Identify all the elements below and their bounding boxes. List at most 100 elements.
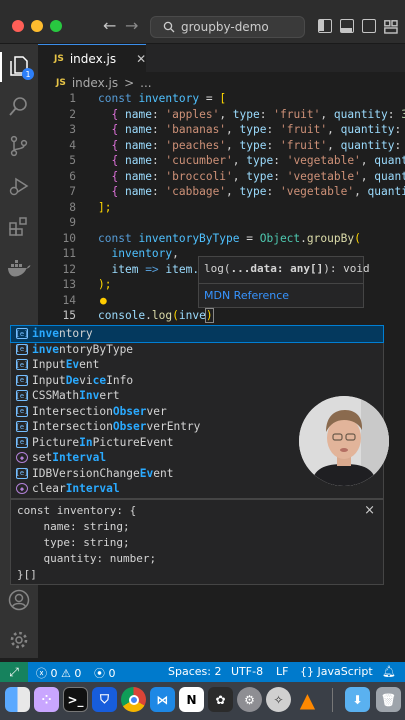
line-number: 3 [69, 123, 76, 136]
details-line: name: string; [17, 520, 130, 533]
line-number: 2 [69, 107, 76, 121]
variable-icon: [e] [15, 328, 29, 340]
remote-indicator-icon[interactable]: ⤢ [0, 662, 28, 682]
ports-indicator[interactable]: ⦿ 0 [94, 665, 116, 681]
settings-gear-icon[interactable] [7, 628, 31, 652]
signature-text: log(...data: any[]): void [204, 262, 370, 275]
settings-icon[interactable]: ⚙ [237, 687, 262, 712]
suggestion-item[interactable]: [e] Input De vi ce Info [11, 373, 383, 389]
close-icon[interactable]: × [364, 503, 375, 518]
title-bar: ← → groupby-demo [0, 0, 405, 44]
divider [199, 283, 363, 284]
bitwarden-icon[interactable]: ⛉ [92, 687, 117, 712]
problems-indicator[interactable]: ⓧ 0 ⚠ 0 [36, 665, 81, 681]
variable-icon: [e] [15, 467, 29, 479]
line-number: 1 [69, 92, 76, 105]
line-number: 4 [69, 138, 76, 152]
language-mode[interactable]: {} JavaScript [300, 665, 373, 678]
details-line: quantity: number; [17, 552, 157, 565]
chrome-icon[interactable] [121, 687, 146, 712]
javascript-file-icon: JS [54, 53, 64, 64]
search-icon [163, 21, 175, 33]
method-icon: ◆ [16, 452, 28, 464]
vlc-icon[interactable]: ▲ [295, 687, 320, 712]
tab-index-js[interactable]: JS index.js ✕ [38, 44, 146, 72]
finder-icon[interactable] [5, 687, 30, 712]
line-number: 14 [62, 293, 76, 307]
breadcrumb: JS index.js > ... [56, 74, 152, 92]
line-number: 7 [69, 185, 76, 198]
downloads-icon[interactable]: ⬇ [345, 687, 370, 712]
source-control-icon[interactable] [7, 134, 31, 158]
safari-icon[interactable]: ✧ [266, 687, 291, 712]
search-icon[interactable] [7, 94, 31, 118]
variable-icon: [e] [15, 359, 29, 371]
command-center-search[interactable]: groupby-demo [150, 16, 305, 38]
davinci-icon[interactable]: ✿ [208, 687, 233, 712]
variable-icon: [e] [15, 436, 29, 448]
line-number: 10 [62, 231, 76, 245]
vscode-icon[interactable]: ⋈ [150, 687, 175, 712]
line-number: 5 [69, 154, 76, 167]
close-window-button[interactable] [12, 20, 24, 32]
run-debug-icon[interactable] [7, 174, 31, 198]
zoom-window-button[interactable] [50, 20, 62, 32]
workspace-name: groupby-demo [181, 20, 269, 34]
presenter-portrait [299, 396, 389, 486]
close-icon[interactable]: ✕ [136, 52, 146, 66]
launchpad-icon[interactable]: ⁘ [34, 687, 59, 712]
signature-help-popup: log(...data: any[]): void MDN Reference [198, 256, 370, 308]
toggle-sidebar-icon[interactable] [318, 19, 332, 33]
minimize-window-button[interactable] [31, 20, 43, 32]
details-line: }[] [17, 568, 37, 581]
customize-layout-icon[interactable] [384, 19, 398, 34]
indentation-indicator[interactable]: Spaces: 2 [168, 665, 221, 678]
variable-icon: [e] [15, 374, 29, 386]
macos-dock: ⁘ >_ ⛉ ⋈ N ✿ ⚙ ✧ ▲ ⬇ 🗑︎ [0, 682, 405, 720]
line-number: 8 [69, 200, 76, 214]
tab-bar: JS index.js ✕ [38, 44, 405, 72]
tab-label: index.js [69, 51, 117, 66]
suggestion-item[interactable]: [e] Input Ev ent [11, 357, 383, 373]
explorer-badge: 1 [22, 68, 34, 80]
arrow-left-icon[interactable]: ← [103, 16, 116, 35]
breadcrumb-more[interactable]: ... [140, 76, 151, 90]
variable-icon: [e] [15, 421, 29, 433]
notifications-bell-icon[interactable]: 🔔︎ [382, 665, 396, 678]
line-number: 15 [62, 309, 76, 322]
extensions-icon[interactable] [7, 214, 31, 238]
method-icon: ◆ [16, 483, 28, 495]
suggestion-details: × const inventory: { name: string; type:… [10, 499, 384, 585]
webcam-overlay [299, 396, 389, 486]
lightbulb-icon[interactable]: ● [100, 294, 107, 307]
docker-icon[interactable] [7, 256, 31, 280]
status-bar: ⤢ ⓧ 0 ⚠ 0 ⦿ 0 Spaces: 2 UTF-8 LF {} Java… [0, 662, 405, 682]
details-line: type: string; [17, 536, 130, 549]
notion-icon[interactable]: N [179, 687, 204, 712]
breadcrumb-file[interactable]: index.js [72, 76, 118, 90]
terminal-icon[interactable]: >_ [63, 687, 88, 712]
dock-divider [332, 688, 333, 712]
explorer-icon[interactable]: 1 [7, 54, 34, 80]
line-number: 6 [69, 169, 76, 183]
line-number: 9 [69, 216, 76, 229]
suggestion-item[interactable]: ◆ clear Interval [11, 481, 383, 497]
line-number: 13 [62, 278, 76, 291]
suggestion-item[interactable]: [e] inve ntory [10, 325, 384, 343]
account-icon[interactable] [7, 588, 31, 612]
javascript-file-icon: JS [56, 78, 66, 88]
encoding-indicator[interactable]: UTF-8 [231, 665, 263, 678]
line-number: 12 [62, 262, 76, 276]
eol-indicator[interactable]: LF [276, 665, 288, 678]
trash-icon[interactable]: 🗑︎ [376, 687, 401, 712]
variable-icon: [e] [15, 405, 29, 417]
variable-icon: [e] [15, 390, 29, 402]
suggestion-item[interactable]: [e] inve ntoryByType [11, 342, 383, 358]
mdn-reference-link[interactable]: MDN Reference [204, 289, 289, 302]
line-number: 11 [62, 247, 76, 260]
toggle-panel-icon[interactable] [340, 19, 354, 33]
breadcrumb-separator: > [124, 76, 135, 90]
toggle-secondary-sidebar-icon[interactable] [362, 19, 376, 33]
arrow-right-icon[interactable]: → [125, 16, 138, 35]
details-line: const inventory: { [17, 504, 137, 517]
